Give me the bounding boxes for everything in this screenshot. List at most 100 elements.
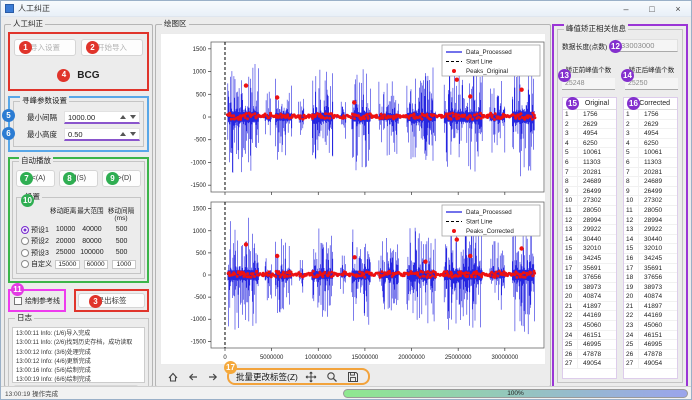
custom-value-input[interactable]: 1000	[112, 260, 136, 269]
zoom-icon[interactable]	[325, 369, 340, 384]
table-row[interactable]: 926499	[563, 187, 616, 197]
table-row[interactable]: 1228994	[624, 216, 677, 226]
table-row[interactable]: 2546995	[624, 340, 677, 350]
min-interval-spinbox[interactable]: 1000.00	[64, 111, 140, 124]
table-row[interactable]: 1128050	[563, 206, 616, 216]
table-row[interactable]: 34954	[624, 129, 677, 139]
table-row[interactable]: 2141897	[624, 302, 677, 312]
table-row[interactable]: 1532010	[624, 244, 677, 254]
radio-button[interactable]	[21, 237, 29, 245]
draw-reference-checkbox[interactable]	[14, 297, 22, 305]
maximize-icon[interactable]: □	[639, 1, 665, 16]
preset-row-2[interactable]: 预设22000080000500	[19, 236, 138, 248]
import-settings-button[interactable]: 1 导入设置	[14, 39, 76, 56]
minimize-icon[interactable]: –	[613, 1, 639, 16]
table-row[interactable]: 22629	[624, 120, 677, 130]
table-row[interactable]: 510061	[624, 148, 677, 158]
table-row[interactable]: 1634245	[563, 254, 616, 264]
table-row[interactable]: 720281	[624, 168, 677, 178]
spin-down-icon[interactable]	[130, 132, 136, 136]
table-row[interactable]: 2647878	[624, 350, 677, 360]
peak-table-original-header: 15 Original	[563, 98, 616, 110]
home-icon[interactable]	[165, 369, 180, 384]
table-row[interactable]: 34954	[563, 129, 616, 139]
table-row[interactable]: 2546995	[563, 340, 616, 350]
table-row[interactable]: 1027302	[563, 196, 616, 206]
autoplay-pause-button[interactable]: 8 | |(S)	[59, 170, 98, 187]
table-row[interactable]: 2345060	[624, 321, 677, 331]
table-row[interactable]: 611303	[563, 158, 616, 168]
table-row[interactable]: 926499	[624, 187, 677, 197]
autoplay-back-button[interactable]: 7 < <(A)	[16, 170, 55, 187]
table-row[interactable]: 1128050	[624, 206, 677, 216]
peak-value: 10061	[578, 148, 616, 157]
custom-value-input[interactable]: 60000	[84, 260, 108, 269]
table-row[interactable]: 2040874	[624, 292, 677, 302]
forward-icon[interactable]	[205, 369, 220, 384]
batch-edit-labels-button[interactable]: 批量更改标签(Z)	[236, 371, 298, 383]
spin-down-icon[interactable]	[130, 115, 136, 119]
table-row[interactable]: 1430440	[563, 235, 616, 245]
table-row[interactable]: 510061	[563, 148, 616, 158]
autoplay-forward-button[interactable]: 9 > >(D)	[102, 170, 141, 187]
preset-row-4[interactable]: 自定义15000600001000	[19, 259, 138, 271]
svg-text:1500: 1500	[193, 207, 207, 213]
table-row[interactable]: 2749054	[624, 359, 677, 369]
figure-canvas[interactable]: -1500-1000-500050010001500Data_Processed…	[160, 33, 546, 365]
log-area[interactable]: 13:00:11 Info: (1/6)导入完成13:00:11 Info: (…	[12, 327, 145, 383]
autoplay-annotation-box: 自动播放 7 < <(A) 8 | |(S) 9 > >(D)	[8, 157, 149, 283]
table-row[interactable]: 11756	[624, 110, 677, 120]
radio-button[interactable]	[21, 260, 29, 268]
close-icon[interactable]: ×	[665, 1, 691, 16]
preset-row-1[interactable]: 预设11000040000500	[19, 224, 138, 236]
table-row[interactable]: 1735691	[624, 264, 677, 274]
back-icon[interactable]	[185, 369, 200, 384]
table-row[interactable]: 1430440	[624, 235, 677, 245]
table-row[interactable]: 1329922	[563, 225, 616, 235]
table-row[interactable]: 2141897	[563, 302, 616, 312]
table-row[interactable]: 2345060	[563, 321, 616, 331]
table-row[interactable]: 611303	[624, 158, 677, 168]
table-row[interactable]: 2749054	[563, 359, 616, 369]
preset-row-3[interactable]: 预设325000100000500	[19, 247, 138, 259]
table-row[interactable]: 1228994	[563, 216, 616, 226]
min-height-spinbox[interactable]: 0.50	[64, 128, 140, 141]
table-row[interactable]: 11756	[563, 110, 616, 120]
peak-table-original-body[interactable]: 1175622629349544625051006161130372028182…	[563, 110, 616, 378]
table-row[interactable]: 2040874	[563, 292, 616, 302]
table-row[interactable]: 2446151	[563, 331, 616, 341]
table-row[interactable]: 1938973	[624, 283, 677, 293]
peak-table-corrected-body[interactable]: 1175622629349544625051006161130372028182…	[624, 110, 677, 378]
spin-up-icon[interactable]	[120, 132, 126, 136]
peak-value: 32010	[639, 244, 677, 253]
export-labels-button[interactable]: 3 导出标签	[78, 293, 145, 308]
table-row[interactable]: 46250	[624, 139, 677, 149]
row-index: 5	[624, 148, 639, 157]
table-row[interactable]: 2244169	[563, 311, 616, 321]
table-row[interactable]: 2647878	[563, 350, 616, 360]
table-row[interactable]: 1329922	[624, 225, 677, 235]
radio-button[interactable]	[21, 226, 29, 234]
table-row[interactable]: 2446151	[624, 331, 677, 341]
svg-text:1500: 1500	[193, 47, 207, 53]
table-row[interactable]: 1735691	[563, 264, 616, 274]
table-row[interactable]: 1938973	[563, 283, 616, 293]
start-import-button[interactable]: 2 开始导入	[81, 39, 143, 56]
table-row[interactable]: 1837656	[563, 273, 616, 283]
table-row[interactable]: 824689	[624, 177, 677, 187]
table-row[interactable]: 22629	[563, 120, 616, 130]
table-row[interactable]: 46250	[563, 139, 616, 149]
row-index: 8	[624, 177, 639, 186]
table-row[interactable]: 824689	[563, 177, 616, 187]
custom-value-input[interactable]: 15000	[55, 260, 79, 269]
table-row[interactable]: 1027302	[624, 196, 677, 206]
pan-icon[interactable]	[304, 369, 319, 384]
table-row[interactable]: 1532010	[563, 244, 616, 254]
table-row[interactable]: 720281	[563, 168, 616, 178]
save-icon[interactable]	[346, 369, 361, 384]
table-row[interactable]: 1837656	[624, 273, 677, 283]
spin-up-icon[interactable]	[120, 115, 126, 119]
table-row[interactable]: 1634245	[624, 254, 677, 264]
table-row[interactable]: 2244169	[624, 311, 677, 321]
radio-button[interactable]	[21, 249, 29, 257]
